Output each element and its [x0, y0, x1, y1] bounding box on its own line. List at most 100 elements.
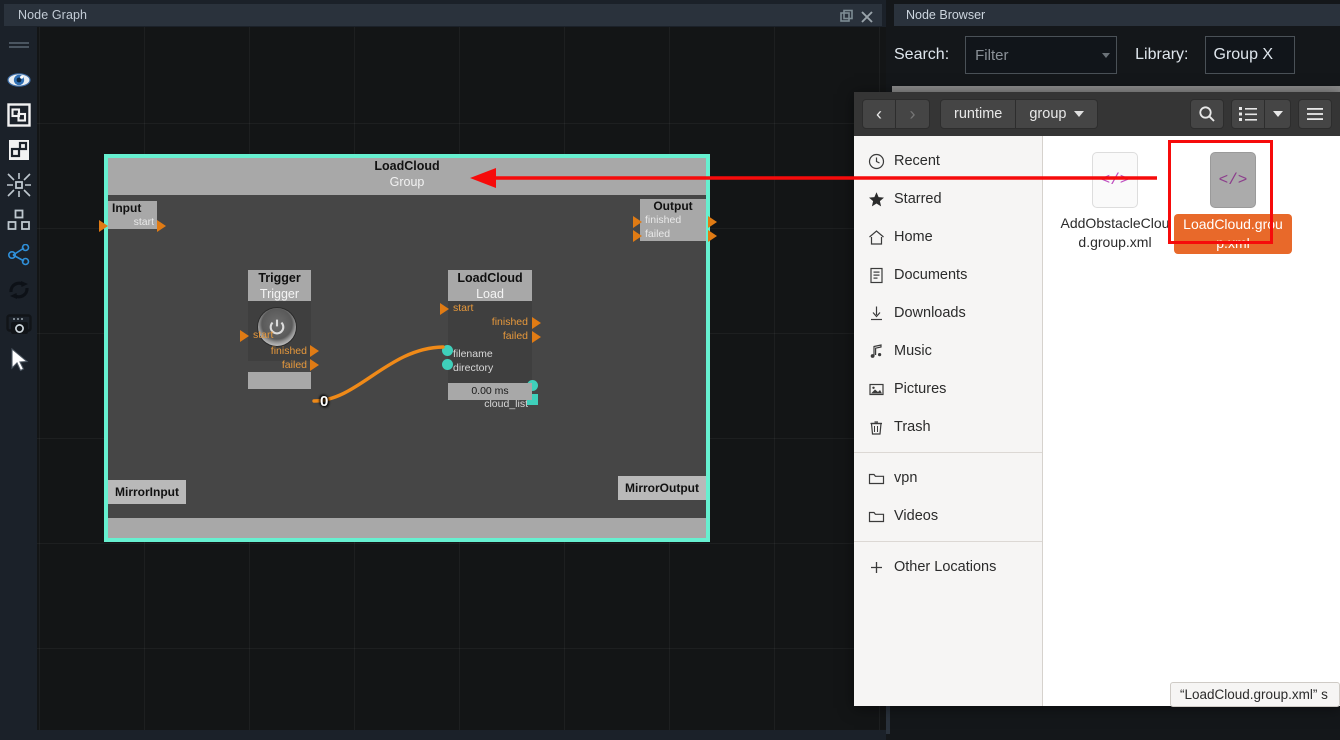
layout-icon[interactable] — [0, 202, 37, 237]
refresh-icon[interactable] — [0, 272, 37, 307]
node-loadcloud[interactable]: LoadCloud Load start finished failed fil… — [440, 270, 541, 410]
nav-button-group: ‹ › — [862, 99, 930, 129]
file-item[interactable]: </> AddObstacleCloud.group.xml — [1056, 146, 1174, 254]
file-chooser-sidebar: Recent Starred Home Documents Downloads … — [854, 136, 1043, 706]
screenshot-icon[interactable] — [0, 307, 37, 342]
share-nodes-icon[interactable] — [0, 237, 37, 272]
group-output-port-failed[interactable]: failed — [640, 227, 706, 241]
sidebar-item-videos[interactable]: Videos — [854, 497, 1042, 535]
node-trigger-name: Trigger — [258, 271, 301, 285]
grip-handle[interactable] — [0, 27, 37, 62]
node-loadcloud-input-filename[interactable]: filename — [448, 347, 532, 361]
node-trigger-port-start[interactable]: start — [248, 328, 311, 342]
picture-icon — [868, 381, 894, 398]
ungroup-icon[interactable] — [0, 132, 37, 167]
plus-icon — [868, 559, 894, 576]
forward-button[interactable]: › — [896, 99, 930, 129]
node-loadcloud-directory-socket[interactable] — [442, 359, 453, 370]
node-loadcloud-input-directory[interactable]: directory — [448, 361, 532, 375]
node-loadcloud-header[interactable]: LoadCloud Load — [448, 270, 532, 301]
node-trigger-port-failed[interactable]: failed — [248, 358, 311, 372]
sidebar-divider-2 — [854, 541, 1042, 542]
group-input-title: Input — [112, 201, 142, 215]
sidebar-item-pictures[interactable]: Pictures — [854, 370, 1042, 408]
home-icon — [868, 229, 894, 246]
group-node-body: Input start Output finished failed Trigg… — [99, 195, 717, 518]
breadcrumb-item-runtime[interactable]: runtime — [940, 99, 1017, 129]
sidebar-item-downloads[interactable]: Downloads — [854, 294, 1042, 332]
node-graph-titlebar: Node Graph — [4, 4, 882, 26]
node-browser-toolbar: Search: Filter Library: Group X — [894, 34, 1295, 76]
sidebar-item-videos-label: Videos — [894, 508, 939, 524]
sidebar-item-vpn[interactable]: vpn — [854, 459, 1042, 497]
node-trigger-outputs: finished failed — [248, 344, 319, 372]
node-loadcloud-type: Load — [476, 287, 504, 301]
file-chooser-header: ‹ › runtime group — [854, 92, 1340, 136]
node-trigger-finished-arrow-icon — [310, 345, 319, 357]
group-output-ext-finished-arrow-icon — [708, 216, 717, 228]
node-loadcloud-port-finished[interactable]: finished — [448, 315, 532, 329]
sidebar-item-trash[interactable]: Trash — [854, 408, 1042, 446]
eye-icon[interactable] — [0, 62, 37, 97]
sidebar-item-recent[interactable]: Recent — [854, 142, 1042, 180]
sidebar-item-music[interactable]: Music — [854, 332, 1042, 370]
chevron-down-icon[interactable] — [1102, 53, 1111, 58]
restore-icon[interactable] — [838, 6, 857, 26]
group-node-loadcloud[interactable]: LoadCloud Group Input start Output finis — [99, 154, 717, 542]
back-button[interactable]: ‹ — [862, 99, 896, 129]
list-view-icon[interactable] — [1231, 99, 1265, 129]
hamburger-menu-icon[interactable] — [1298, 99, 1332, 129]
close-icon[interactable] — [858, 6, 878, 26]
group-node-header[interactable]: LoadCloud Group — [108, 158, 706, 195]
sidebar-item-starred[interactable]: Starred — [854, 180, 1042, 218]
search-icon[interactable] — [1190, 99, 1224, 129]
search-input[interactable]: Filter — [965, 36, 1118, 74]
node-trigger[interactable]: Trigger Trigger start finished failed — [240, 270, 319, 389]
group-output-ext-failed-arrow-icon — [708, 230, 717, 242]
node-browser-titlebar: Node Browser — [894, 4, 1340, 26]
node-trigger-header[interactable]: Trigger Trigger — [248, 270, 311, 301]
breadcrumb-item-group[interactable]: group — [1016, 99, 1099, 129]
group-output-port-finished[interactable]: finished — [640, 213, 706, 227]
node-trigger-start-arrow-icon — [240, 330, 249, 342]
node-loadcloud-port-start[interactable]: start — [448, 301, 532, 315]
node-loadcloud-failed-arrow-icon — [532, 331, 541, 343]
group-node-type: Group — [389, 175, 425, 189]
sidebar-item-home[interactable]: Home — [854, 218, 1042, 256]
music-note-icon — [868, 343, 894, 360]
node-graph-window-buttons — [838, 6, 878, 26]
folder-icon — [868, 470, 894, 487]
sidebar-item-other-locations[interactable]: Other Locations — [854, 548, 1042, 586]
sidebar-divider-1 — [854, 452, 1042, 453]
node-loadcloud-filename-socket[interactable] — [442, 345, 453, 356]
node-trigger-type: Trigger — [259, 287, 300, 301]
mirror-output-node[interactable]: MirrorOutput — [618, 476, 706, 500]
cursor-icon[interactable] — [0, 342, 37, 377]
group-input-node[interactable]: Input start — [99, 201, 166, 232]
node-loadcloud-name: LoadCloud — [457, 271, 523, 285]
chevron-down-icon — [1074, 111, 1085, 117]
collapse-icon[interactable] — [0, 167, 37, 202]
node-loadcloud-footer: 0.00 ms — [448, 383, 532, 400]
node-loadcloud-port-failed[interactable]: failed — [448, 329, 532, 343]
sidebar-item-documents[interactable]: Documents — [854, 256, 1042, 294]
library-select[interactable]: Group X — [1204, 36, 1295, 74]
node-graph-title: Node Graph — [18, 8, 88, 22]
node-link-trigger-to-loadcloud — [312, 345, 445, 403]
node-trigger-port-finished[interactable]: finished — [248, 344, 311, 358]
folder-icon — [868, 508, 894, 525]
group-icon[interactable] — [0, 97, 37, 132]
mirror-input-node[interactable]: MirrorInput — [108, 480, 186, 504]
sidebar-item-documents-label: Documents — [894, 267, 968, 283]
sidebar-item-music-label: Music — [894, 343, 932, 359]
node-graph-canvas[interactable]: LoadCloud Group Input start Output finis — [37, 27, 886, 730]
sidebar-item-other-locations-label: Other Locations — [894, 559, 997, 575]
view-options-chevron-icon[interactable] — [1265, 99, 1291, 129]
group-input-port-start[interactable]: start — [108, 215, 157, 229]
trash-icon — [868, 419, 894, 436]
group-input-external-arrow-icon — [99, 220, 108, 232]
group-node-name: LoadCloud — [374, 159, 440, 173]
sidebar-item-home-label: Home — [894, 229, 933, 245]
group-output-node[interactable]: Output finished failed — [633, 199, 717, 242]
group-output-title: Output — [653, 199, 693, 213]
